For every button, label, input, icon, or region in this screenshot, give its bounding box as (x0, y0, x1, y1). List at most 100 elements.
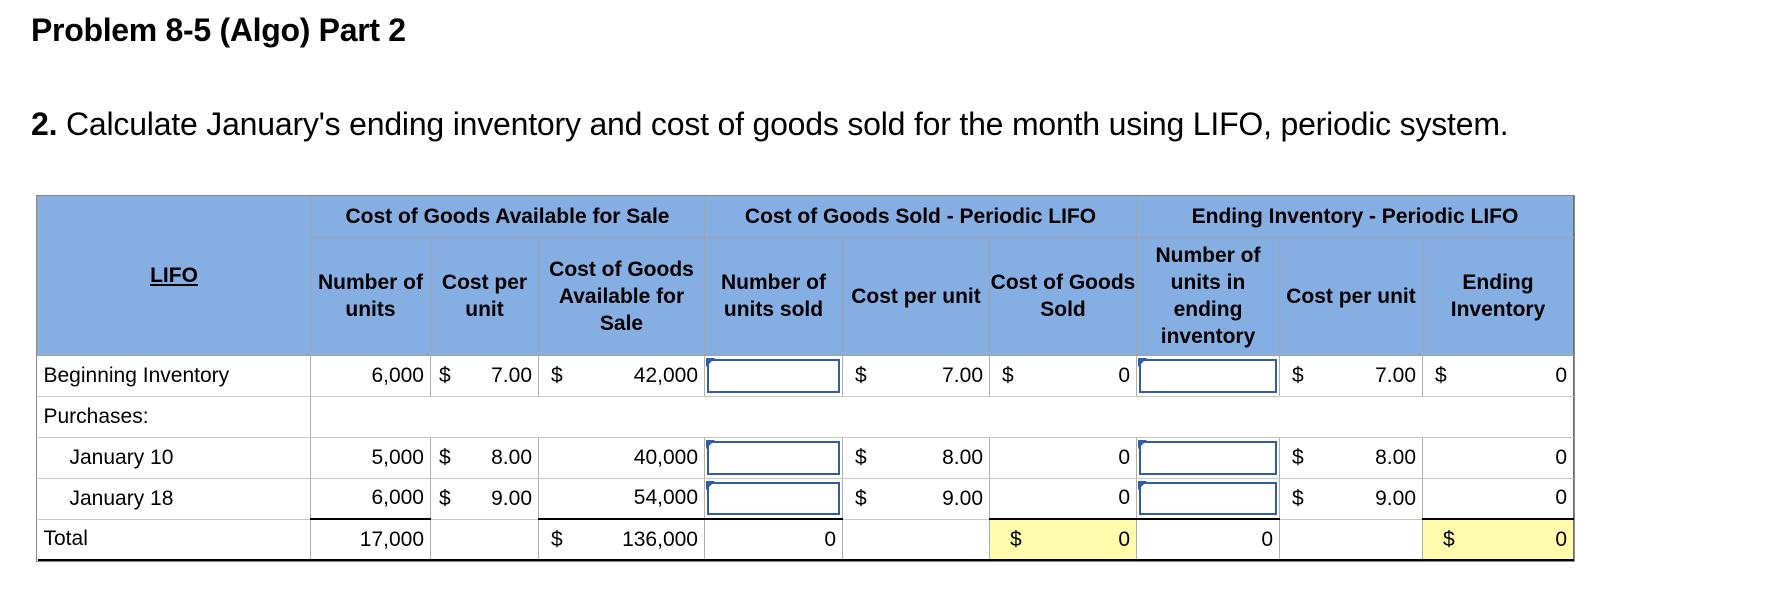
row-label: Total (37, 519, 311, 561)
col-header-sold-cost: Cost per unit (842, 237, 990, 356)
avail-total-total-value: 136,000 (622, 527, 698, 551)
currency-symbol: $ (551, 527, 563, 551)
avail-units-cell: 6,000 (310, 355, 431, 397)
lifo-corner-cell: LIFO (37, 196, 311, 356)
question-number: 2. (31, 106, 58, 142)
group-header-available: Cost of Goods Available for Sale (310, 196, 705, 238)
end-cost-value: 9.00 (1375, 486, 1416, 510)
ending-inventory-total-cell: $0 (1422, 519, 1574, 561)
col-header-end-total: Ending Inventory (1422, 237, 1574, 356)
row-label: Beginning Inventory (37, 355, 311, 397)
col-header-sold-units: Number of units sold (704, 237, 843, 356)
col-header-avail-cost: Cost per unit (430, 237, 539, 356)
end-cost-cell: $7.00 (1279, 355, 1423, 397)
purchases-empty-cell (310, 396, 1574, 438)
currency-symbol: $ (439, 486, 451, 510)
input-flag-icon (1138, 357, 1147, 367)
currency-symbol: $ (1443, 527, 1455, 551)
sold-units-total-cell: 0 (704, 519, 843, 561)
avail-cost-cell: $8.00 (430, 437, 539, 479)
sold-cost-total-cell (842, 519, 990, 561)
end-cost-total-cell (1279, 519, 1423, 561)
avail-total-total-cell: $136,000 (538, 519, 705, 561)
sold-units-input[interactable] (707, 481, 840, 515)
avail-cost-total-cell (430, 519, 539, 561)
row-label: January 10 (37, 437, 311, 479)
end-units-input-cell[interactable] (1136, 437, 1280, 479)
sold-units-input[interactable] (707, 440, 840, 475)
sold-units-input-cell[interactable] (704, 478, 843, 520)
avail-cost-value: 8.00 (491, 445, 532, 469)
ending-inventory-total-value: 0 (1555, 527, 1567, 551)
row-beginning-inventory: Beginning Inventory 6,000 $7.00 $42,000 … (37, 355, 1574, 397)
group-header-row: LIFO Cost of Goods Available for Sale Co… (37, 196, 1574, 356)
row-january-10: January 10 5,000 $8.00 40,000 $8.00 0 $8… (37, 437, 1574, 479)
cogs-total-value: 0 (1118, 527, 1130, 551)
avail-cost-value: 9.00 (491, 486, 532, 510)
col-header-avail-units: Number of units (310, 237, 431, 356)
currency-symbol: $ (439, 445, 451, 469)
sold-units-input-cell[interactable] (704, 355, 843, 397)
end-units-total-cell: 0 (1136, 519, 1280, 561)
sold-cost-cell: $9.00 (842, 478, 990, 520)
avail-cost-cell: $7.00 (430, 355, 539, 397)
avail-total-value: 42,000 (633, 363, 698, 387)
currency-symbol: $ (1002, 363, 1014, 387)
avail-total-cell: 40,000 (538, 437, 705, 479)
avail-total-cell: 54,000 (538, 478, 705, 520)
end-units-input-cell[interactable] (1136, 478, 1280, 520)
end-units-input-cell[interactable] (1136, 355, 1280, 397)
end-total-cell: 0 (1422, 437, 1574, 479)
input-flag-icon (1138, 480, 1147, 490)
sold-total-value: 0 (1118, 363, 1130, 387)
currency-symbol: $ (855, 486, 867, 510)
row-purchases: Purchases: (37, 396, 1574, 438)
col-header-end-cost: Cost per unit (1279, 237, 1423, 356)
currency-symbol: $ (1010, 527, 1022, 551)
sold-cost-cell: $7.00 (842, 355, 990, 397)
avail-total-cell: $42,000 (538, 355, 705, 397)
currency-symbol: $ (439, 363, 451, 387)
col-header-sold-total: Cost of Goods Sold (989, 237, 1137, 356)
end-total-cell: 0 (1422, 478, 1574, 520)
question-body: Calculate January's ending inventory and… (57, 106, 1509, 142)
end-units-input[interactable] (1139, 481, 1277, 515)
avail-cost-cell: $9.00 (430, 478, 539, 520)
question-text: 2. Calculate January's ending inventory … (31, 106, 1509, 143)
cogs-total-cell: $0 (989, 519, 1137, 561)
end-cost-cell: $8.00 (1279, 437, 1423, 479)
end-units-input[interactable] (1139, 440, 1277, 475)
row-january-18: January 18 6,000 $9.00 54,000 $9.00 0 $9… (37, 478, 1574, 520)
currency-symbol: $ (855, 445, 867, 469)
row-label: January 18 (37, 478, 311, 520)
currency-symbol: $ (551, 363, 563, 387)
input-flag-icon (706, 357, 715, 367)
sold-cost-cell: $8.00 (842, 437, 990, 479)
currency-symbol: $ (1435, 363, 1447, 387)
group-header-sold: Cost of Goods Sold - Periodic LIFO (704, 196, 1137, 238)
lifo-label: LIFO (150, 263, 198, 287)
currency-symbol: $ (855, 363, 867, 387)
avail-units-total-cell: 17,000 (310, 519, 431, 561)
input-flag-icon (706, 480, 715, 490)
sold-units-input[interactable] (707, 358, 840, 393)
avail-units-cell: 6,000 (310, 478, 431, 520)
sold-cost-value: 8.00 (942, 445, 983, 469)
end-units-input[interactable] (1139, 358, 1277, 393)
lifo-worksheet-table: LIFO Cost of Goods Available for Sale Co… (36, 195, 1575, 562)
end-cost-value: 8.00 (1375, 445, 1416, 469)
currency-symbol: $ (1292, 363, 1304, 387)
end-cost-cell: $9.00 (1279, 478, 1423, 520)
row-label: Purchases: (37, 396, 311, 438)
col-header-avail-total: Cost of Goods Available for Sale (538, 237, 705, 356)
end-cost-value: 7.00 (1375, 363, 1416, 387)
avail-units-cell: 5,000 (310, 437, 431, 479)
sold-cost-value: 7.00 (942, 363, 983, 387)
input-flag-icon (706, 439, 715, 449)
sold-total-cell: 0 (989, 437, 1137, 479)
problem-title: Problem 8-5 (Algo) Part 2 (31, 12, 406, 48)
sold-units-input-cell[interactable] (704, 437, 843, 479)
sold-cost-value: 9.00 (942, 486, 983, 510)
currency-symbol: $ (1292, 445, 1304, 469)
group-header-ending: Ending Inventory - Periodic LIFO (1136, 196, 1574, 238)
